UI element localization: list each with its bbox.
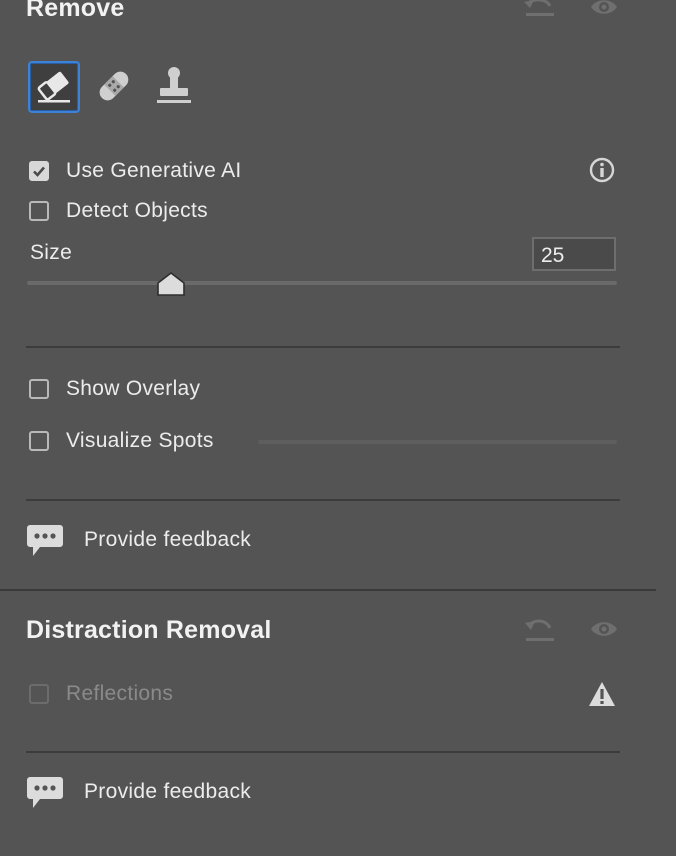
visualize-spots-slider[interactable] bbox=[258, 440, 617, 444]
visibility-eye-icon[interactable] bbox=[589, 619, 619, 639]
detect-objects-label: Detect Objects bbox=[66, 199, 208, 222]
adjustments-panel: Remove Use Generative AI Detect Objects … bbox=[0, 0, 676, 856]
checkmark-icon bbox=[33, 166, 45, 177]
reflections-checkbox[interactable] bbox=[29, 684, 49, 704]
use-generative-ai-checkbox[interactable] bbox=[29, 161, 49, 181]
feedback-chat-icon bbox=[26, 523, 64, 559]
divider bbox=[26, 499, 620, 501]
show-overlay-label: Show Overlay bbox=[66, 377, 201, 400]
size-slider-track[interactable] bbox=[27, 281, 617, 285]
warning-icon[interactable] bbox=[587, 680, 617, 708]
stamp-icon bbox=[154, 66, 194, 106]
provide-feedback-link[interactable]: Provide feedback bbox=[84, 780, 251, 804]
eraser-tool-button[interactable] bbox=[28, 61, 80, 113]
section-title-distraction-removal: Distraction Removal bbox=[26, 616, 272, 644]
feedback-chat-icon bbox=[26, 775, 64, 811]
eraser-icon bbox=[35, 70, 73, 104]
size-label: Size bbox=[30, 241, 73, 264]
reset-icon[interactable] bbox=[522, 0, 558, 18]
reflections-label: Reflections bbox=[66, 682, 174, 705]
bandage-icon bbox=[94, 66, 134, 106]
divider bbox=[26, 346, 620, 348]
info-icon[interactable] bbox=[589, 157, 615, 183]
visualize-spots-label: Visualize Spots bbox=[66, 429, 214, 452]
use-generative-ai-label: Use Generative AI bbox=[66, 159, 242, 182]
section-divider bbox=[0, 589, 656, 591]
size-input[interactable] bbox=[532, 237, 616, 271]
visibility-eye-icon[interactable] bbox=[589, 0, 619, 16]
detect-objects-checkbox[interactable] bbox=[29, 201, 49, 221]
provide-feedback-link[interactable]: Provide feedback bbox=[84, 528, 251, 552]
reset-icon[interactable] bbox=[522, 614, 558, 642]
show-overlay-checkbox[interactable] bbox=[29, 379, 49, 399]
clone-tool-button[interactable] bbox=[149, 61, 199, 111]
size-slider-thumb[interactable] bbox=[156, 271, 186, 297]
section-title-remove: Remove bbox=[26, 0, 125, 22]
visualize-spots-checkbox[interactable] bbox=[29, 431, 49, 451]
heal-tool-button[interactable] bbox=[89, 61, 139, 111]
divider bbox=[26, 751, 620, 753]
